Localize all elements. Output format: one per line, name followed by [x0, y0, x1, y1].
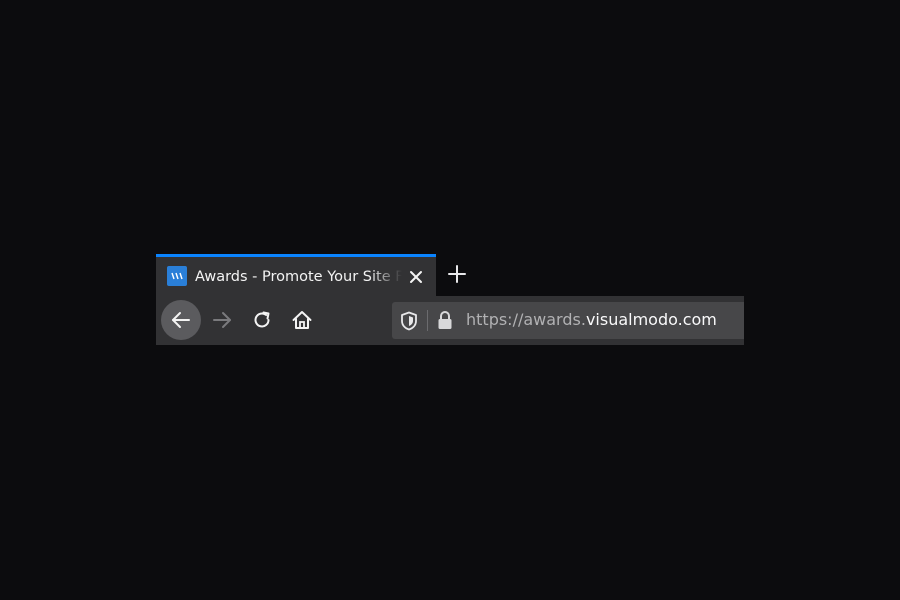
new-tab-button[interactable] — [446, 263, 468, 285]
tab-title: Awards - Promote Your Site For Free — [195, 269, 402, 285]
url-subdomain: awards. — [523, 310, 586, 329]
shield-icon[interactable] — [400, 311, 418, 331]
home-button[interactable] — [282, 300, 322, 340]
url-text[interactable]: https://awards.visualmodo.com — [466, 309, 717, 331]
url-scheme: https:// — [466, 310, 524, 329]
tab-strip: Awards - Promote Your Site For Free — [156, 254, 744, 296]
home-icon — [292, 311, 312, 329]
tab-awards[interactable]: Awards - Promote Your Site For Free — [156, 254, 436, 296]
reload-icon — [254, 311, 270, 328]
arrow-right-icon — [213, 312, 231, 328]
reload-button[interactable] — [242, 300, 282, 340]
lock-icon[interactable] — [436, 310, 454, 331]
browser-window: Awards - Promote Your Site For Free — [156, 254, 744, 345]
url-bar-divider — [427, 310, 428, 331]
forward-button[interactable] — [202, 300, 242, 340]
plus-icon — [448, 265, 466, 283]
close-icon[interactable] — [406, 267, 426, 287]
back-button[interactable] — [161, 300, 201, 340]
visualmodo-logo-icon — [167, 266, 187, 286]
url-domain: visualmodo.com — [585, 310, 717, 329]
arrow-left-icon — [172, 312, 190, 328]
url-bar[interactable]: https://awards.visualmodo.com — [392, 302, 744, 339]
navigation-toolbar: https://awards.visualmodo.com — [156, 296, 744, 345]
